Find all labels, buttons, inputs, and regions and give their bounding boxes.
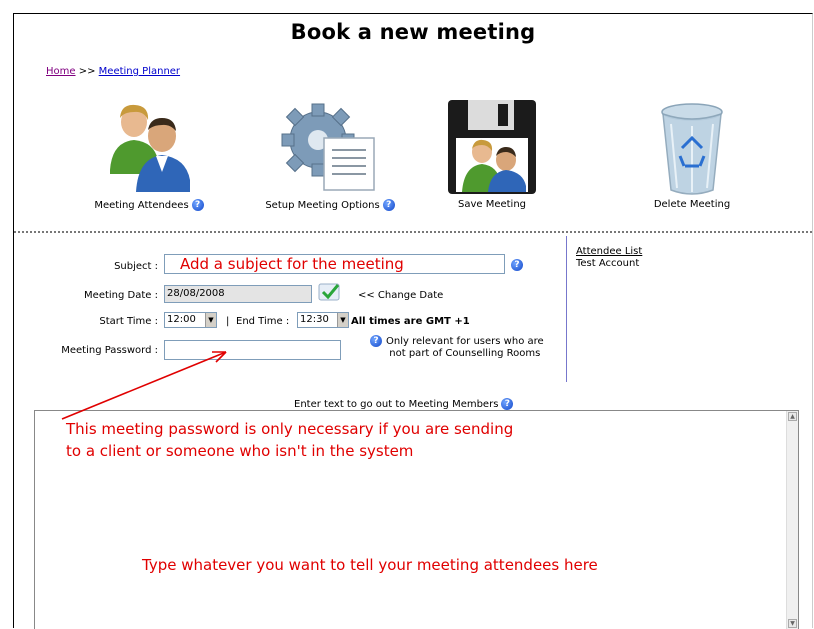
page-frame: Book a new meeting Home >> Meeting Plann… (13, 13, 813, 629)
password-annotation-line2: to a client or someone who isn't in the … (66, 442, 414, 460)
annotation-arrow (61, 351, 227, 420)
body-hint-annotation: Type whatever you want to tell your meet… (142, 556, 598, 574)
password-annotation-line1: This meeting password is only necessary … (66, 420, 514, 438)
